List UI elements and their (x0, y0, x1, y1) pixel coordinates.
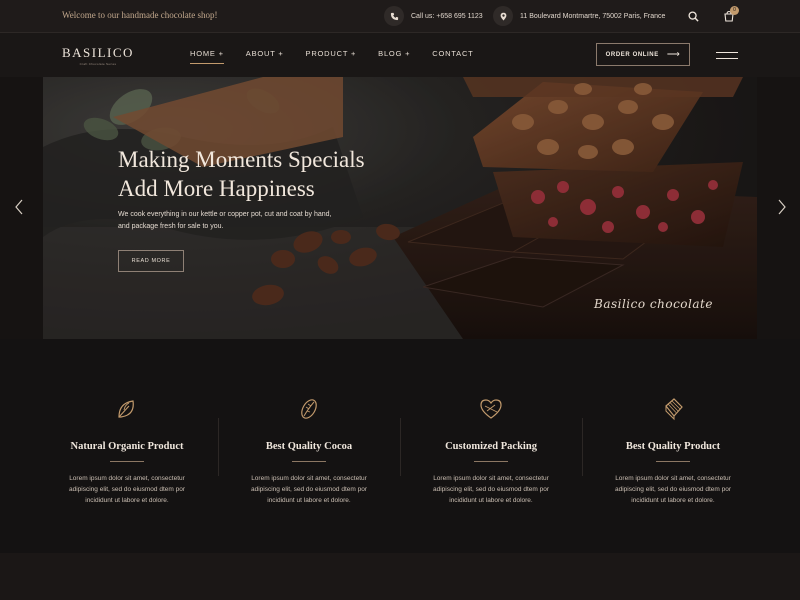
slider-next-arrow-icon[interactable] (777, 199, 786, 215)
feature-description: Lorem ipsum dolor sit amet, consectetur … (433, 475, 549, 504)
feature-description: Lorem ipsum dolor sit amet, consectetur … (251, 475, 367, 504)
slider-prev-arrow-icon[interactable] (15, 199, 24, 215)
chocolate-bar-icon (665, 398, 683, 421)
feature-title: Best Quality Product (625, 441, 721, 452)
phone-icon (384, 6, 404, 26)
nav-product[interactable]: PRODUCT + (306, 49, 357, 58)
nav-contact[interactable]: CONTACT (432, 49, 473, 58)
arrow-right-icon: ⟶ (666, 49, 681, 59)
feature-description: Lorem ipsum dolor sit amet, consectetur … (615, 475, 731, 504)
hamburger-menu-icon[interactable] (716, 52, 738, 60)
phone-number: Call us: +658 695 1123 (411, 12, 483, 20)
hero-subtitle-line-2: and package fresh for sale to you. (118, 223, 224, 230)
feature-divider (474, 461, 508, 462)
hero-subtitle-line-1: We cook everything in our kettle or copp… (118, 211, 332, 218)
feature-customized-packing: Customized Packing Lorem ipsum dolor sit… (400, 397, 582, 506)
hero-subtitle: We cook everything in our kettle or copp… (118, 209, 368, 233)
nav-home[interactable]: HOME + (190, 49, 224, 64)
top-bar: Welcome to our handmade chocolate shop! … (0, 0, 800, 33)
feature-title: Best Quality Cocoa (265, 441, 353, 452)
main-nav: HOME + ABOUT + PRODUCT + BLOG + CONTACT (190, 49, 496, 64)
search-icon[interactable] (688, 11, 699, 22)
logo-tagline: Craft Chocolate Series (79, 62, 117, 66)
address-contact[interactable]: 11 Boulevard Montmartre, 75002 Paris, Fr… (493, 6, 665, 26)
feature-divider (656, 461, 690, 462)
hero-title-line-2: Add More Happiness (118, 176, 315, 201)
order-online-button[interactable]: ORDER ONLINE ⟶ (596, 43, 690, 66)
logo[interactable]: BASILICO Craft Chocolate Series (62, 45, 134, 66)
feature-divider (110, 461, 144, 462)
address-text: 11 Boulevard Montmartre, 75002 Paris, Fr… (520, 12, 666, 20)
feature-best-product: Best Quality Product Lorem ipsum dolor s… (582, 397, 764, 506)
order-online-label: ORDER ONLINE (605, 51, 659, 58)
nav-about[interactable]: ABOUT + (246, 49, 284, 58)
next-section-band (0, 553, 800, 600)
feature-description: Lorem ipsum dolor sit amet, consectetur … (69, 475, 185, 504)
location-pin-icon (493, 6, 513, 26)
main-header: BASILICO Craft Chocolate Series HOME + A… (0, 33, 800, 77)
feature-natural-organic: Natural Organic Product Lorem ipsum dolo… (36, 397, 218, 506)
welcome-message: Welcome to our handmade chocolate shop! (62, 10, 218, 20)
logo-text: BASILICO (62, 45, 134, 60)
hero-title-line-1: Making Moments Specials (118, 147, 365, 172)
heart-box-icon (480, 399, 502, 419)
hero-title: Making Moments Specials Add More Happine… (118, 145, 365, 203)
nav-blog[interactable]: BLOG + (378, 49, 410, 58)
cart-count-badge: 0 (730, 6, 739, 15)
feature-divider (292, 461, 326, 462)
hero-signature: Basilico chocolate (594, 297, 713, 311)
phone-contact[interactable]: Call us: +658 695 1123 (384, 6, 483, 26)
cocoa-bean-icon (301, 399, 317, 419)
feature-title: Customized Packing (445, 441, 537, 452)
leaf-icon (118, 400, 134, 418)
read-more-button[interactable]: READ MORE (118, 250, 184, 272)
feature-title: Natural Organic Product (70, 441, 184, 452)
feature-best-cocoa: Best Quality Cocoa Lorem ipsum dolor sit… (218, 397, 400, 506)
